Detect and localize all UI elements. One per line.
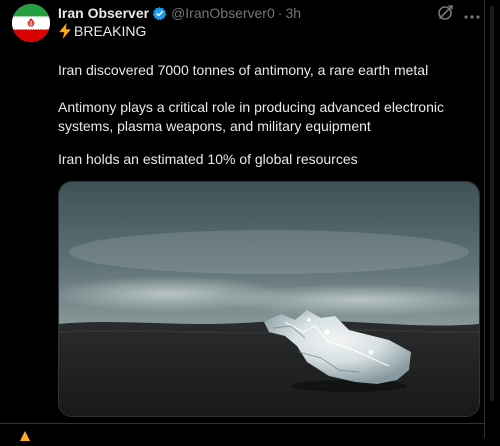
antimony-crystal-photo [59,182,479,416]
iran-flag-icon [12,4,50,42]
breaking-line: BREAKING [58,23,146,39]
lightning-bolt-icon [58,23,72,39]
separator-dot: · [277,5,283,21]
tweet-text-paragraph-1: Iran discovered 7000 tonnes of antimony,… [58,62,429,78]
tweet-divider [0,423,484,424]
tweet-text-paragraph-3: Iran holds an estimated 10% of global re… [58,151,358,167]
scrollbar[interactable] [490,6,494,401]
author-name[interactable]: Iran Observer [58,5,149,21]
more-options-icon[interactable] [464,8,480,19]
avatar[interactable] [12,4,50,42]
emoji-icon [18,428,34,441]
timestamp[interactable]: 3h [285,5,301,21]
tweet-header: Iran Observer @IranObserver0 · 3h [58,4,301,22]
verified-badge-icon [152,6,167,21]
tweet-media-image[interactable] [58,181,480,417]
grok-icon[interactable] [436,2,456,22]
timeline-right-border [484,0,485,438]
author-handle[interactable]: @IranObserver0 [171,5,275,21]
tweet-text-paragraph-2: Antimony plays a critical role in produc… [58,99,444,134]
breaking-label: BREAKING [74,23,147,39]
